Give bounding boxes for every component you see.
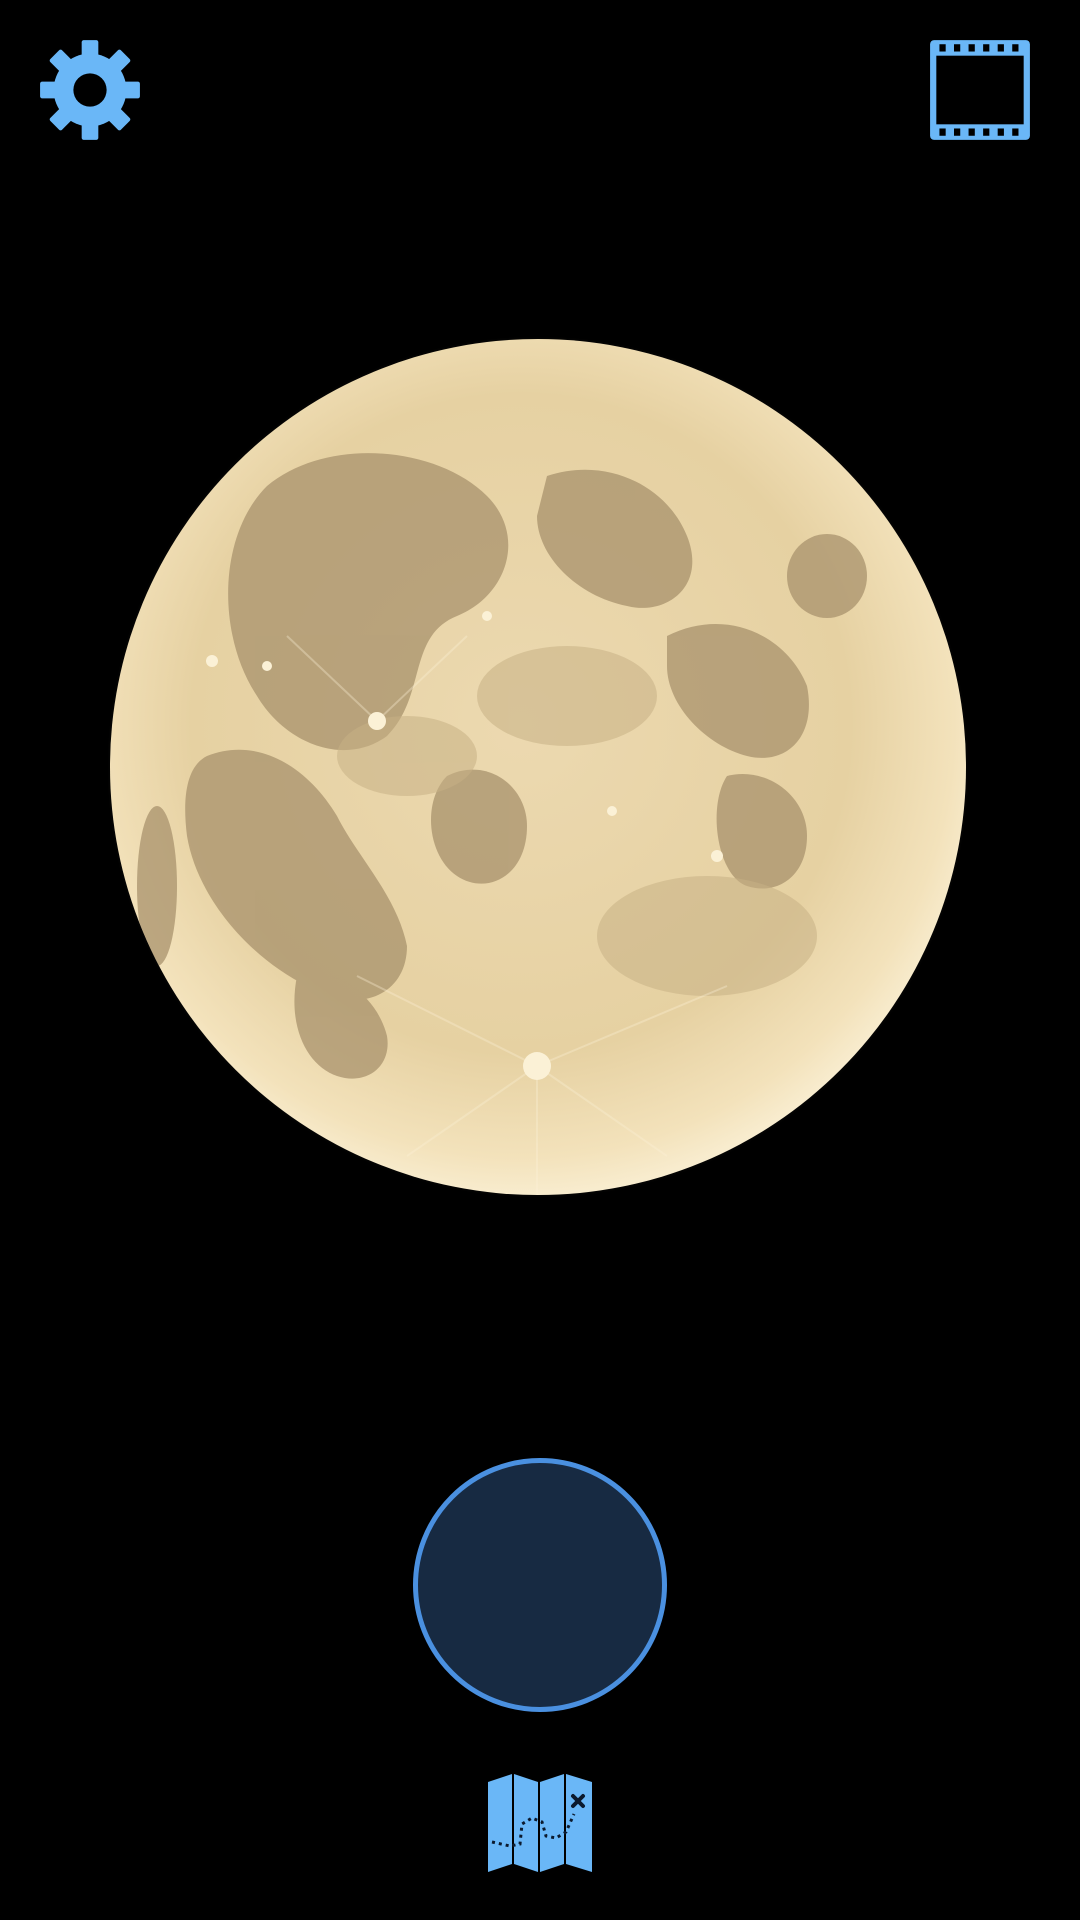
moon-image (107, 336, 969, 1198)
film-strip-icon[interactable] (928, 38, 1032, 142)
gear-icon[interactable] (38, 38, 142, 142)
folded-map-icon[interactable] (486, 1774, 594, 1872)
camera-viewfinder (0, 0, 1080, 1920)
shutter-button[interactable] (413, 1458, 667, 1712)
